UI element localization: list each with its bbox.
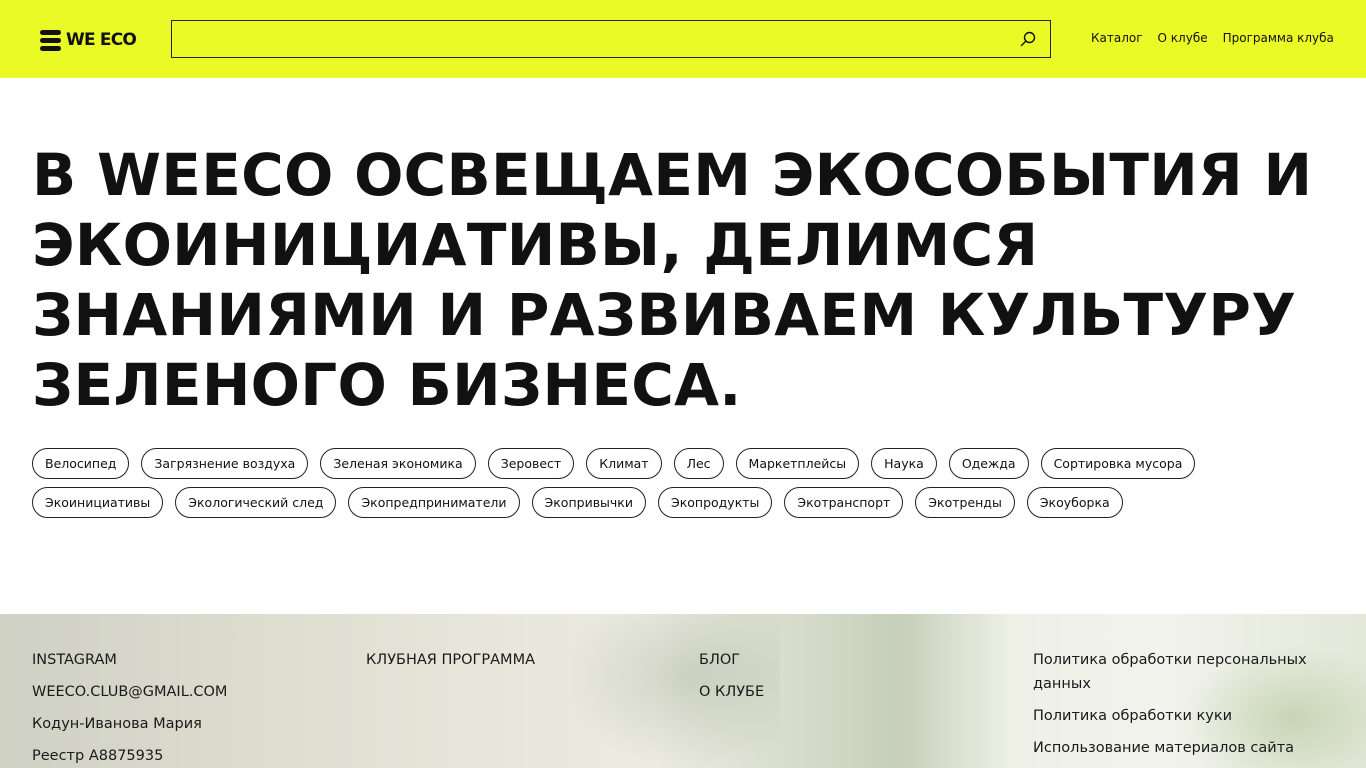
footer-materials-usage-link[interactable]: Использование материалов сайта xyxy=(1033,736,1333,760)
footer-about-link[interactable]: О КЛУБЕ xyxy=(699,680,999,704)
footer-blog: БЛОГ О КЛУБЕ xyxy=(699,648,999,704)
site-header: WE ECO Каталог О клубе Программа клуба xyxy=(0,0,1366,78)
tag-eco-products[interactable]: Экопродукты xyxy=(657,487,773,518)
tag-marketplaces[interactable]: Маркетплейсы xyxy=(735,448,860,479)
footer-program: КЛУБНАЯ ПРОГРАММА xyxy=(366,648,666,672)
footer-blog-link[interactable]: БЛОГ xyxy=(699,648,999,672)
tag-science[interactable]: Наука xyxy=(871,448,937,479)
tag-eco-entrepreneurs[interactable]: Экопредприниматели xyxy=(348,487,520,518)
tag-list: Велосипед Загрязнение воздуха Зеленая эк… xyxy=(32,448,1332,518)
logo-text: WE ECO xyxy=(66,30,137,50)
nav-catalog[interactable]: Каталог xyxy=(1091,31,1143,45)
logo-link[interactable]: WE ECO xyxy=(40,28,137,52)
tag-green-economy[interactable]: Зеленая экономика xyxy=(320,448,476,479)
nav-about-club[interactable]: О клубе xyxy=(1158,31,1208,45)
footer-cookie-policy-link[interactable]: Политика обработки куки xyxy=(1033,704,1333,728)
tag-ecological-footprint[interactable]: Экологический след xyxy=(175,487,337,518)
tag-bicycle[interactable]: Велосипед xyxy=(32,448,130,479)
footer-email-link[interactable]: WEECO.CLUB@GMAIL.COM xyxy=(32,680,332,704)
tag-clothing[interactable]: Одежда xyxy=(948,448,1029,479)
tag-eco-trends[interactable]: Экотренды xyxy=(915,487,1015,518)
tag-climate[interactable]: Климат xyxy=(586,448,662,479)
tag-eco-transport[interactable]: Экотранспорт xyxy=(784,487,904,518)
footer-contacts: INSTAGRAM WEECO.CLUB@GMAIL.COM Кодун-Ива… xyxy=(32,648,332,768)
footer-club-program-link[interactable]: КЛУБНАЯ ПРОГРАММА xyxy=(366,648,666,672)
footer-legal: Политика обработки персональных данных П… xyxy=(1033,648,1333,760)
main-nav: Каталог О клубе Программа клуба xyxy=(1091,31,1334,45)
logo-icon xyxy=(40,29,61,51)
site-footer: INSTAGRAM WEECO.CLUB@GMAIL.COM Кодун-Ива… xyxy=(0,614,1366,768)
tag-waste-sorting[interactable]: Сортировка мусора xyxy=(1040,448,1196,479)
nav-club-program[interactable]: Программа клуба xyxy=(1223,31,1334,45)
hero-title: В WEECO освещаем экособытия и экоинициат… xyxy=(32,141,1313,419)
footer-instagram-link[interactable]: INSTAGRAM xyxy=(32,648,332,672)
tag-zero-waste[interactable]: Зеровест xyxy=(487,448,575,479)
footer-registry: Реестр А8875935 xyxy=(32,748,164,764)
tag-forest[interactable]: Лес xyxy=(673,448,724,479)
tag-eco-cleaning[interactable]: Экоуборка xyxy=(1026,487,1123,518)
search-box xyxy=(171,20,1051,58)
search-input[interactable] xyxy=(172,21,1012,57)
footer-privacy-policy-link[interactable]: Политика обработки персональных данных xyxy=(1033,648,1333,696)
search-icon[interactable] xyxy=(1020,31,1036,47)
footer-owner-name: Кодун-Иванова Мария xyxy=(32,716,202,732)
tag-air-pollution[interactable]: Загрязнение воздуха xyxy=(141,448,309,479)
tag-eco-habits[interactable]: Экопривычки xyxy=(531,487,646,518)
tag-eco-initiatives[interactable]: Экоинициативы xyxy=(32,487,164,518)
